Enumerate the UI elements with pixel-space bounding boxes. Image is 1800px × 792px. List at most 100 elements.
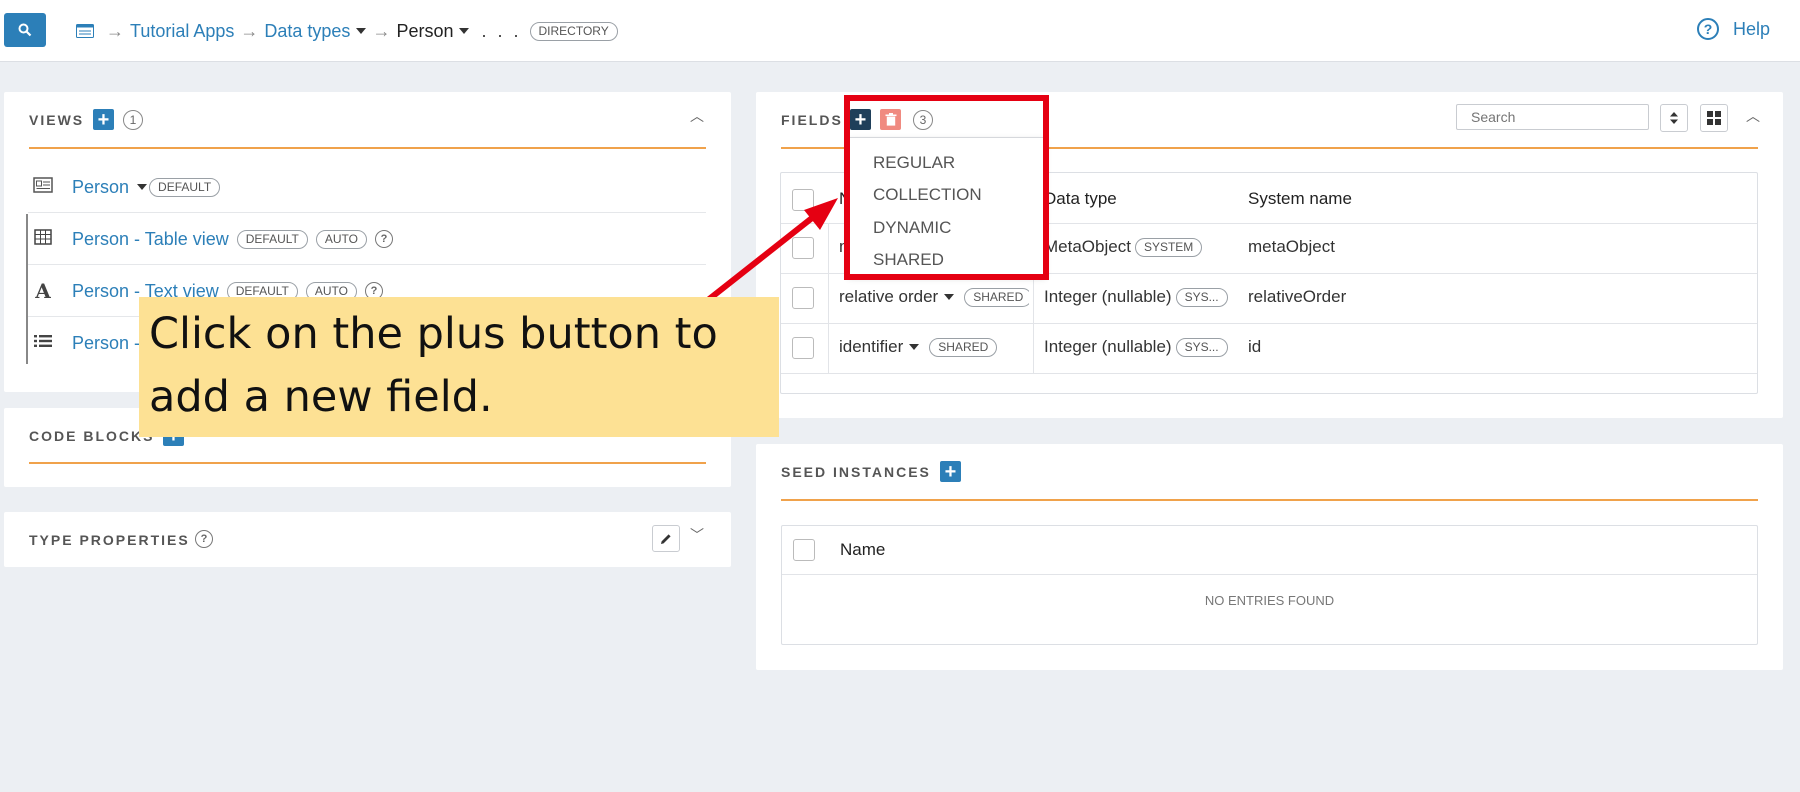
- code-blocks-title: CODE BLOCKS: [29, 428, 155, 444]
- seed-instances-table: Name NO ENTRIES FOUND: [781, 525, 1758, 645]
- views-count: 1: [123, 110, 143, 130]
- arrow-right-icon: →: [240, 20, 259, 41]
- chevron-down-icon[interactable]: [356, 28, 367, 34]
- field-system-name: metaObject: [1248, 237, 1335, 256]
- column-divider: [828, 223, 829, 373]
- edit-button[interactable]: [652, 525, 680, 552]
- views-divider: [29, 147, 706, 149]
- data-type-text: Integer (nullable): [1044, 337, 1172, 356]
- data-type-text: Integer (nullable): [1044, 287, 1172, 306]
- arrow-right-icon: →: [372, 20, 391, 41]
- column-header-name[interactable]: Name: [840, 538, 885, 562]
- default-badge: DEFAULT: [236, 229, 308, 249]
- trash-icon: [885, 113, 896, 126]
- row-separator: [782, 574, 1757, 575]
- view-link[interactable]: Person: [72, 177, 129, 198]
- table-icon: [28, 228, 58, 250]
- row-separator: [28, 264, 706, 265]
- seed-instances-panel: SEED INSTANCES + Name NO ENTRIES FOUND: [756, 444, 1783, 670]
- menu-item-dynamic[interactable]: DYNAMIC: [873, 218, 951, 238]
- chevron-down-icon[interactable]: [909, 344, 920, 350]
- menu-item-collection[interactable]: COLLECTION: [873, 185, 982, 205]
- help-link[interactable]: ? Help: [1696, 18, 1770, 40]
- global-search-button[interactable]: [4, 13, 46, 47]
- type-properties-panel: TYPE PROPERTIES ? ﹀: [4, 512, 731, 567]
- row-separator: [28, 212, 706, 213]
- field-system-name: id: [1248, 337, 1262, 356]
- add-field-button[interactable]: +: [850, 109, 871, 130]
- breadcrumb: → Tutorial Apps → Data types → Person . …: [76, 19, 618, 43]
- app-list-icon[interactable]: [76, 24, 94, 38]
- shared-badge: SHARED: [929, 337, 998, 357]
- grid-icon: [1707, 111, 1721, 125]
- list-icon: [28, 334, 58, 353]
- row-checkbox[interactable]: [792, 237, 814, 259]
- view-link[interactable]: Person - l: [72, 333, 149, 354]
- delete-field-button[interactable]: [880, 109, 901, 130]
- add-seed-instance-button[interactable]: +: [940, 461, 961, 482]
- breadcrumb-tutorial-apps[interactable]: Tutorial Apps: [130, 21, 234, 42]
- seed-instances-title: SEED INSTANCES: [781, 464, 931, 480]
- empty-state-text: NO ENTRIES FOUND: [1204, 592, 1335, 608]
- select-all-checkbox[interactable]: [793, 539, 815, 561]
- grid-layout-button[interactable]: [1700, 104, 1728, 132]
- add-view-button[interactable]: +: [93, 109, 114, 130]
- view-item-person-list-view[interactable]: Person - l: [28, 318, 157, 368]
- field-name[interactable]: relative order SHARED: [839, 285, 1029, 309]
- expand-icon[interactable]: ﹀: [690, 525, 704, 545]
- fields-title: FIELDS: [781, 112, 843, 128]
- sort-button[interactable]: [1660, 104, 1688, 132]
- select-all-checkbox[interactable]: [792, 189, 814, 211]
- field-data-type: Integer (nullable) SYS...: [1044, 335, 1244, 359]
- breadcrumb-person: Person: [396, 20, 454, 41]
- directory-badge: DIRECTORY: [529, 21, 618, 41]
- tutorial-callout: Click on the plus button to add a new fi…: [139, 297, 779, 437]
- breadcrumb-ellipsis[interactable]: . . .: [481, 21, 521, 42]
- field-data-type: Integer (nullable) SYS...: [1044, 285, 1244, 309]
- text-icon: A: [35, 279, 51, 303]
- system-badge: SYS...: [1175, 337, 1228, 357]
- help-label: Help: [1732, 18, 1770, 39]
- column-header-data-type[interactable]: Data type: [1044, 187, 1117, 211]
- system-badge: SYSTEM: [1134, 237, 1203, 257]
- fields-search-input[interactable]: [1456, 104, 1649, 130]
- row-checkbox[interactable]: [792, 287, 814, 309]
- chevron-down-icon[interactable]: [137, 184, 148, 190]
- row-separator: [781, 373, 1757, 374]
- pencil-icon: [661, 533, 671, 544]
- breadcrumb-data-types[interactable]: Data types: [264, 21, 350, 42]
- chevron-down-icon[interactable]: [944, 294, 955, 300]
- row-separator: [781, 323, 1757, 324]
- chevron-down-icon[interactable]: [459, 28, 470, 34]
- field-name-text: relative order: [839, 287, 939, 306]
- fields-count: 3: [913, 110, 933, 130]
- type-properties-title: TYPE PROPERTIES: [29, 532, 190, 548]
- views-title: VIEWS: [29, 112, 85, 128]
- question-icon[interactable]: ?: [195, 530, 213, 548]
- seed-instances-divider: [781, 499, 1758, 501]
- add-field-menu: REGULAR COLLECTION DYNAMIC SHARED: [848, 137, 1046, 277]
- field-name[interactable]: identifier SHARED: [839, 335, 1029, 359]
- view-link[interactable]: Person - Table view: [72, 229, 229, 250]
- arrow-right-icon: →: [106, 20, 124, 41]
- view-item-person[interactable]: Person DEFAULT: [28, 162, 228, 212]
- column-header-system-name[interactable]: System name: [1248, 187, 1352, 211]
- field-system-name: relativeOrder: [1248, 287, 1347, 306]
- shared-badge: SHARED: [964, 287, 1029, 307]
- system-badge: SYS...: [1175, 287, 1228, 307]
- view-item-person-table-view[interactable]: Person - Table view DEFAULT AUTO ?: [28, 214, 393, 264]
- menu-item-shared[interactable]: SHARED: [873, 250, 944, 270]
- collapse-icon[interactable]: ︿: [690, 106, 704, 126]
- field-name-text: identifier: [839, 337, 904, 356]
- code-blocks-divider: [29, 462, 706, 464]
- question-icon[interactable]: ?: [375, 230, 393, 248]
- row-checkbox[interactable]: [792, 337, 814, 359]
- top-bar: → Tutorial Apps → Data types → Person . …: [0, 0, 1800, 62]
- help-icon: ?: [1696, 18, 1719, 40]
- default-badge: DEFAULT: [149, 177, 221, 197]
- form-icon: [28, 176, 58, 198]
- menu-item-regular[interactable]: REGULAR: [873, 153, 955, 173]
- auto-badge: AUTO: [315, 229, 367, 249]
- collapse-icon[interactable]: ︿: [1746, 106, 1760, 126]
- data-type-text: MetaObject: [1044, 237, 1131, 256]
